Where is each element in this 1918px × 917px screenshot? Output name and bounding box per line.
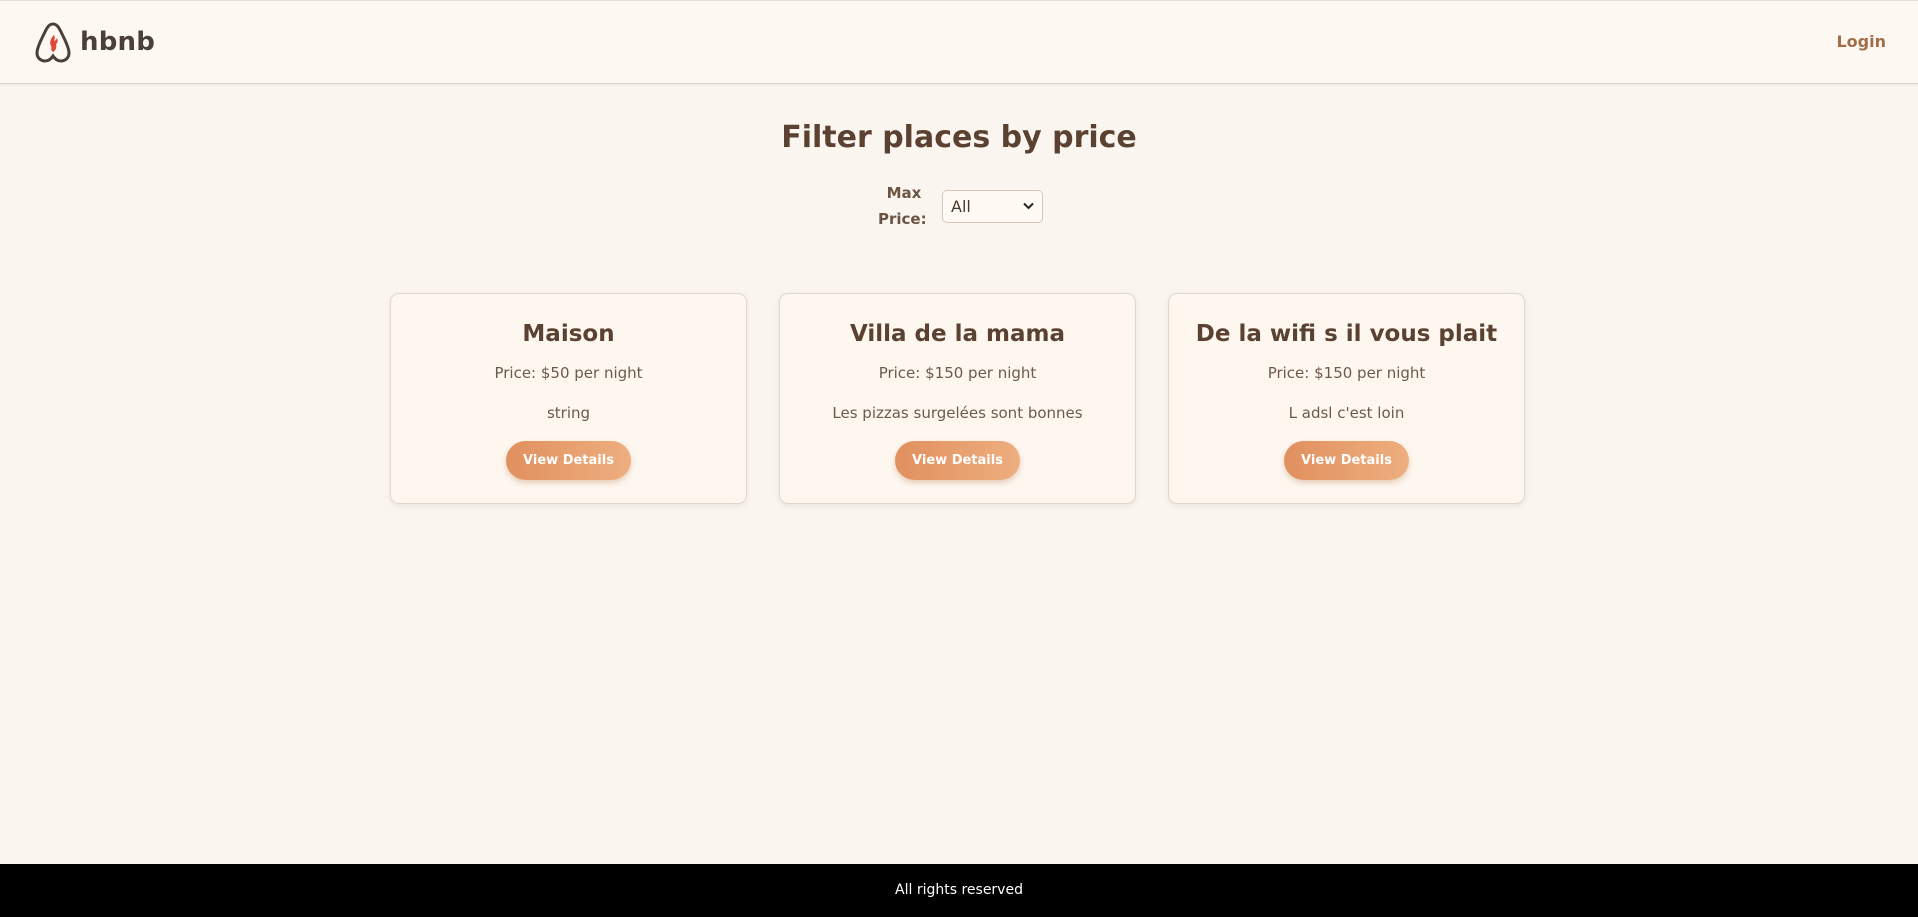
place-description: string	[546, 404, 591, 422]
view-details-button[interactable]: View Details	[1284, 441, 1409, 480]
place-price: Price: $50 per night	[494, 364, 643, 382]
logo[interactable]: hbnb	[34, 21, 155, 63]
place-card: Maison Price: $50 per night string View …	[390, 293, 747, 504]
place-card: Villa de la mama Price: $150 per night L…	[779, 293, 1136, 504]
view-details-button[interactable]: View Details	[895, 441, 1020, 480]
chevron-down-icon	[1023, 199, 1034, 213]
places-list: Maison Price: $50 per night string View …	[390, 293, 1525, 504]
place-description: Les pizzas surgelées sont bonnes	[832, 404, 1083, 422]
site-header: hbnb Login	[0, 0, 1918, 84]
view-details-button[interactable]: View Details	[506, 441, 631, 480]
max-price-select[interactable]: All	[942, 189, 1043, 223]
place-title: De la wifi s il vous plait	[1195, 321, 1498, 347]
max-price-label: Max Price:	[878, 180, 930, 232]
max-price-label-line1: Max	[886, 184, 922, 202]
price-filter: Max Price: All	[878, 180, 1043, 232]
login-link[interactable]: Login	[1836, 32, 1886, 51]
place-title: Maison	[522, 321, 615, 347]
filter-title: Filter places by price	[781, 120, 1137, 155]
place-title: Villa de la mama	[849, 321, 1066, 347]
site-footer: All rights reserved	[0, 864, 1918, 917]
max-price-label-line2: Price:	[878, 210, 927, 228]
footer-text: All rights reserved	[895, 882, 1023, 898]
place-description: L adsl c'est loin	[1288, 404, 1405, 422]
hbnb-logo-icon	[35, 22, 71, 63]
place-price: Price: $150 per night	[1267, 364, 1426, 382]
place-price: Price: $150 per night	[878, 364, 1037, 382]
max-price-select-value: All	[951, 196, 971, 216]
place-card: De la wifi s il vous plait Price: $150 p…	[1168, 293, 1525, 504]
logo-text: hbnb	[80, 27, 156, 57]
